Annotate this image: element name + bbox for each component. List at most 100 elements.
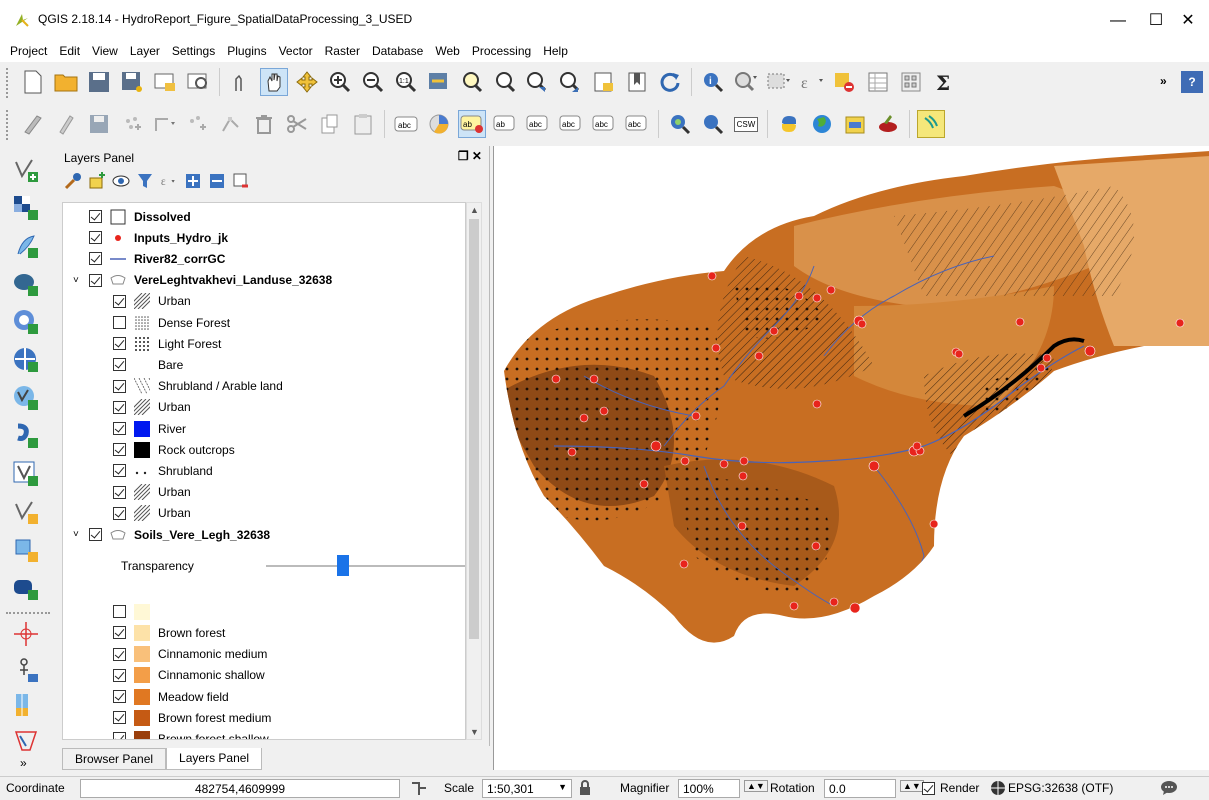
rotation-field[interactable]: 0.0 [824, 779, 896, 798]
add-wfs-layer-icon[interactable] [10, 382, 42, 414]
layer-group-row[interactable]: ˅ VereLeghtvakhevi_Landuse_32638 [73, 270, 332, 291]
save-project-icon[interactable] [85, 68, 113, 96]
collapse-all-icon[interactable] [208, 172, 226, 190]
legend-item-row[interactable]: Rock outcrops [113, 439, 235, 460]
coordinate-field[interactable]: 482754,4609999 [80, 779, 400, 798]
move-label-icon[interactable]: abc [557, 110, 585, 138]
legend-item-row[interactable]: Urban [113, 291, 191, 312]
add-ring-icon[interactable] [151, 110, 179, 138]
deselect-features-icon[interactable] [831, 68, 859, 96]
soil-class-row[interactable]: Cinnamonic shallow [113, 665, 265, 686]
metasearch-icon[interactable] [666, 110, 694, 138]
save-as-icon[interactable] [118, 68, 146, 96]
new-bookmark-icon[interactable] [623, 68, 651, 96]
pin-labels-icon[interactable]: ab [491, 110, 519, 138]
add-raster-layer-icon[interactable] [10, 192, 42, 224]
remove-layer-icon[interactable] [232, 172, 250, 190]
gps-tools-icon[interactable] [10, 654, 42, 686]
messages-icon[interactable] [1160, 780, 1178, 799]
crs-globe-icon[interactable] [990, 780, 1006, 799]
layer-visibility-checkbox[interactable] [89, 273, 102, 287]
layer-row[interactable]: Dissolved [89, 206, 191, 227]
layer-visibility-checkbox[interactable] [113, 316, 126, 329]
scrollbar-thumb[interactable] [469, 219, 479, 639]
new-shapefile-layer-icon[interactable] [10, 496, 42, 528]
expand-arrow-icon[interactable]: ˅ [73, 529, 85, 540]
add-postgis-layer-icon[interactable] [10, 268, 42, 300]
show-hide-labels-icon[interactable]: abc [524, 110, 552, 138]
run-feature-action-icon[interactable] [732, 68, 760, 96]
soil-class-row[interactable]: Brown forest medium [113, 707, 271, 728]
add-feature-icon[interactable] [118, 110, 146, 138]
zoom-to-layer-icon[interactable] [491, 68, 519, 96]
menu-project[interactable]: Project [0, 40, 53, 58]
layer-diagram-options-icon[interactable] [425, 110, 453, 138]
coordinate-capture-icon[interactable] [10, 618, 42, 650]
filter-legend-icon[interactable] [136, 172, 154, 190]
add-spatialite-layer-icon[interactable] [10, 230, 42, 262]
pan-map-icon[interactable] [260, 68, 288, 96]
layer-visibility-checkbox[interactable] [113, 647, 126, 661]
legend-item-row[interactable]: Shrubland [113, 460, 213, 481]
lock-scale-icon[interactable] [578, 780, 592, 799]
touch-zoom-icon[interactable] [227, 68, 255, 96]
layer-visibility-checkbox[interactable] [113, 732, 126, 739]
menu-processing[interactable]: Processing [466, 40, 537, 58]
refresh-icon[interactable] [656, 68, 684, 96]
zoom-to-selection-icon[interactable] [458, 68, 486, 96]
identify-features-icon[interactable]: i [699, 68, 727, 96]
legend-item-row[interactable]: Bare [113, 354, 183, 375]
layer-visibility-checkbox[interactable] [113, 443, 126, 457]
tab-layers-panel[interactable]: Layers Panel [166, 748, 263, 770]
pan-to-selection-icon[interactable] [293, 68, 321, 96]
statistical-summary-icon[interactable]: Σ [930, 68, 958, 96]
vertex-tool-icon[interactable] [217, 110, 245, 138]
layer-visibility-checkbox[interactable] [113, 485, 126, 499]
layer-row[interactable]: Inputs_Hydro_jk [89, 227, 228, 248]
menu-web[interactable]: Web [429, 40, 465, 58]
layer-visibility-checkbox[interactable] [89, 231, 102, 245]
zoom-next-icon[interactable] [557, 68, 585, 96]
create-layer-from-polygon-icon[interactable] [10, 726, 42, 758]
magnifier-field[interactable]: 100% [678, 779, 740, 798]
open-project-icon[interactable] [52, 68, 80, 96]
open-layer-icon[interactable] [841, 110, 869, 138]
copy-features-icon[interactable] [316, 110, 344, 138]
layer-visibility-checkbox[interactable] [113, 626, 126, 640]
render-checkbox-box[interactable] [922, 782, 935, 795]
menu-database[interactable]: Database [366, 40, 429, 58]
csw-icon[interactable]: CSW [732, 110, 760, 138]
highlight-pinned-labels-icon[interactable]: ab [458, 110, 486, 138]
table-manager-icon[interactable] [10, 690, 42, 722]
add-virtual-layer-icon[interactable] [10, 458, 42, 490]
legend-item-row[interactable]: Urban [113, 482, 191, 503]
layer-labeling-options-icon[interactable]: abc [392, 110, 420, 138]
layer-visibility-checkbox[interactable] [113, 464, 126, 478]
zoom-out-icon[interactable] [359, 68, 387, 96]
layer-visibility-checkbox[interactable] [113, 690, 126, 703]
layer-visibility-checkbox[interactable] [113, 711, 126, 725]
add-delimited-text-layer-icon[interactable] [10, 420, 42, 452]
soil-class-row[interactable]: Meadow field [113, 686, 229, 707]
toggle-editing-icon[interactable] [52, 110, 80, 138]
zoom-native-resolution-icon[interactable]: 1:1 [392, 68, 420, 96]
minimize-button[interactable]: — [1098, 8, 1138, 34]
render-checkbox[interactable] [922, 782, 935, 798]
add-vector-layer-icon[interactable] [10, 154, 42, 186]
composer-manager-icon[interactable] [184, 68, 212, 96]
menu-view[interactable]: View [86, 40, 124, 58]
legend-item-row[interactable]: Dense Forest [113, 312, 230, 333]
soil-class-row[interactable]: Cinnamonic medium [113, 644, 267, 665]
python-console-icon[interactable] [775, 110, 803, 138]
layer-style-icon[interactable] [64, 172, 82, 190]
slider-handle[interactable] [337, 555, 349, 577]
select-by-expression-icon[interactable]: ε [798, 68, 826, 96]
layer-visibility-checkbox[interactable] [113, 422, 126, 435]
soil-class-row[interactable]: Brown forest [113, 622, 225, 643]
expand-arrow-icon[interactable]: ˅ [73, 275, 85, 286]
zoom-last-icon[interactable] [524, 68, 552, 96]
toggle-extents-icon[interactable] [410, 779, 428, 800]
add-wms-layer-icon[interactable] [10, 306, 42, 338]
new-spatialite-layer-icon[interactable] [10, 534, 42, 566]
layers-tree-scrollbar[interactable]: ▲ ▼ [466, 202, 482, 740]
